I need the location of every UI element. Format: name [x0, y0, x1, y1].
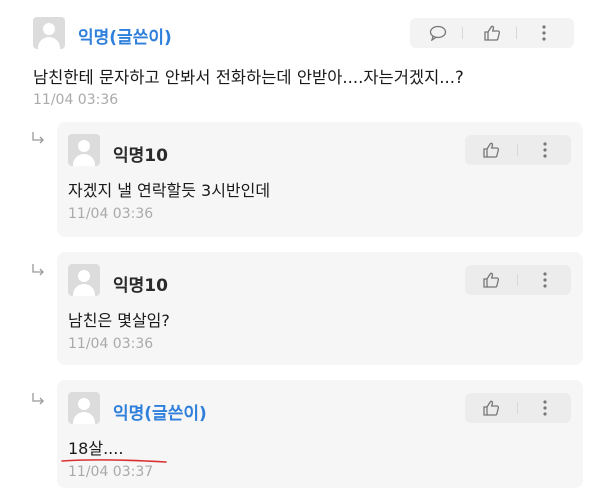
divider: [517, 144, 518, 156]
reply-avatar: [68, 392, 100, 424]
like-button[interactable]: [471, 393, 511, 423]
more-button[interactable]: [525, 135, 565, 165]
thumbs-up-icon: [483, 400, 500, 416]
divider: [462, 27, 463, 39]
speech-bubble-icon: [429, 25, 447, 41]
thumbs-up-icon: [484, 25, 501, 41]
more-vertical-icon: [542, 25, 546, 41]
reply-author: 익명10: [113, 276, 168, 296]
post-actions: [410, 18, 574, 48]
reply-avatar: [68, 264, 100, 296]
comment-button[interactable]: [418, 18, 458, 48]
reply-arrow-icon: [32, 393, 44, 405]
reply-content: 남친은 몇살임?: [68, 311, 170, 330]
like-button[interactable]: [471, 135, 511, 165]
like-button[interactable]: [471, 265, 511, 295]
thumbs-up-icon: [483, 272, 500, 288]
thumbs-up-icon: [483, 142, 500, 158]
reply-card: 익명10 남친은 몇살임? 11/04 03:36: [57, 252, 583, 365]
reply-content: 자겠지 낼 연락할듯 3시반인데: [68, 181, 271, 200]
more-vertical-icon: [543, 142, 547, 158]
reply-author: 익명(글쓴이): [113, 404, 207, 424]
reply-card: 익명(글쓴이) 18살.... 11/04 03:37: [57, 380, 583, 488]
divider: [516, 27, 517, 39]
reply-avatar: [68, 134, 100, 166]
reply-time: 11/04 03:36: [68, 206, 154, 222]
post-author: 익명(글쓴이): [78, 28, 172, 48]
more-button[interactable]: [525, 393, 565, 423]
reply-actions: [465, 393, 571, 423]
post-time: 11/04 03:36: [33, 92, 119, 108]
more-button[interactable]: [524, 18, 564, 48]
reply-actions: [465, 135, 571, 165]
reply-actions: [465, 265, 571, 295]
divider: [517, 402, 518, 414]
like-button[interactable]: [472, 18, 512, 48]
post-content: 남친한테 문자하고 안봐서 전화하는데 안받아....자는거겠지...?: [33, 68, 464, 87]
reply-time: 11/04 03:36: [68, 336, 154, 352]
reply-arrow-icon: [32, 264, 44, 276]
post-avatar: [33, 17, 65, 49]
divider: [517, 274, 518, 286]
reply-arrow-icon: [32, 132, 44, 144]
more-vertical-icon: [543, 400, 547, 416]
reply-author: 익명10: [113, 146, 168, 166]
more-vertical-icon: [543, 272, 547, 288]
reply-card: 익명10 자겠지 낼 연락할듯 3시반인데 11/04 03:36: [57, 122, 583, 237]
reply-time: 11/04 03:37: [68, 464, 154, 480]
more-button[interactable]: [525, 265, 565, 295]
